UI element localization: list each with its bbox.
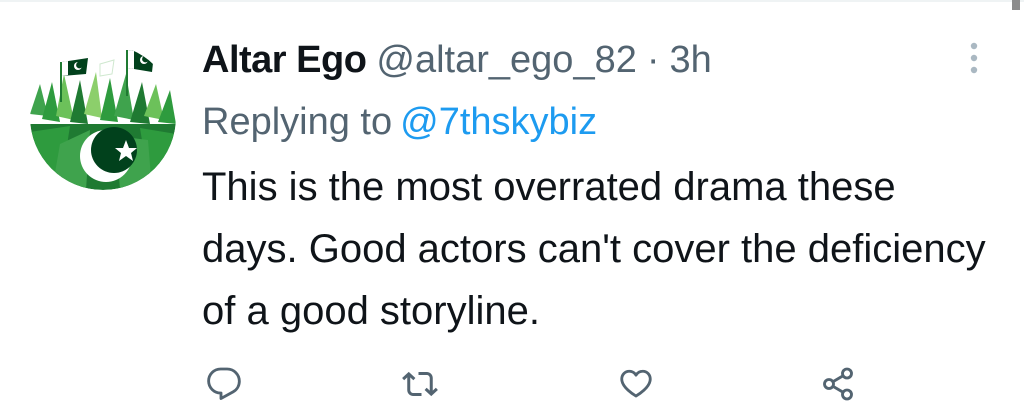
like-button[interactable] (614, 362, 658, 406)
share-button[interactable] (816, 362, 860, 406)
tweet-content: Altar Ego @altar_ego_82 · 3h Replying to… (202, 34, 1002, 342)
replying-to: Replying to @7thskybiz (202, 96, 1002, 148)
tweet-header: Altar Ego @altar_ego_82 · 3h (202, 34, 1002, 86)
more-options-button[interactable] (968, 40, 980, 76)
display-name[interactable]: Altar Ego (202, 34, 367, 86)
header-separator: · (646, 39, 660, 81)
retweet-button[interactable] (398, 362, 442, 406)
reply-button[interactable] (202, 362, 246, 406)
tweet-text: This is the most overrated drama these d… (202, 165, 986, 333)
replying-to-mention[interactable]: @7thskybiz (400, 101, 597, 143)
replying-to-label: Replying to (202, 101, 393, 143)
user-handle[interactable]: @altar_ego_82 (376, 34, 636, 86)
tweet-actions (202, 362, 882, 406)
retweet-icon (402, 371, 438, 397)
pakistan-flags-crowd-avatar-icon (30, 44, 176, 190)
more-vertical-icon (970, 42, 978, 74)
heart-icon (620, 369, 652, 398)
scrollbar-thumb[interactable] (1012, 0, 1020, 10)
top-divider (0, 0, 1024, 2)
timestamp[interactable]: 3h (670, 34, 712, 86)
share-icon (823, 367, 853, 401)
avatar[interactable] (30, 44, 176, 190)
reply-icon (207, 367, 241, 400)
